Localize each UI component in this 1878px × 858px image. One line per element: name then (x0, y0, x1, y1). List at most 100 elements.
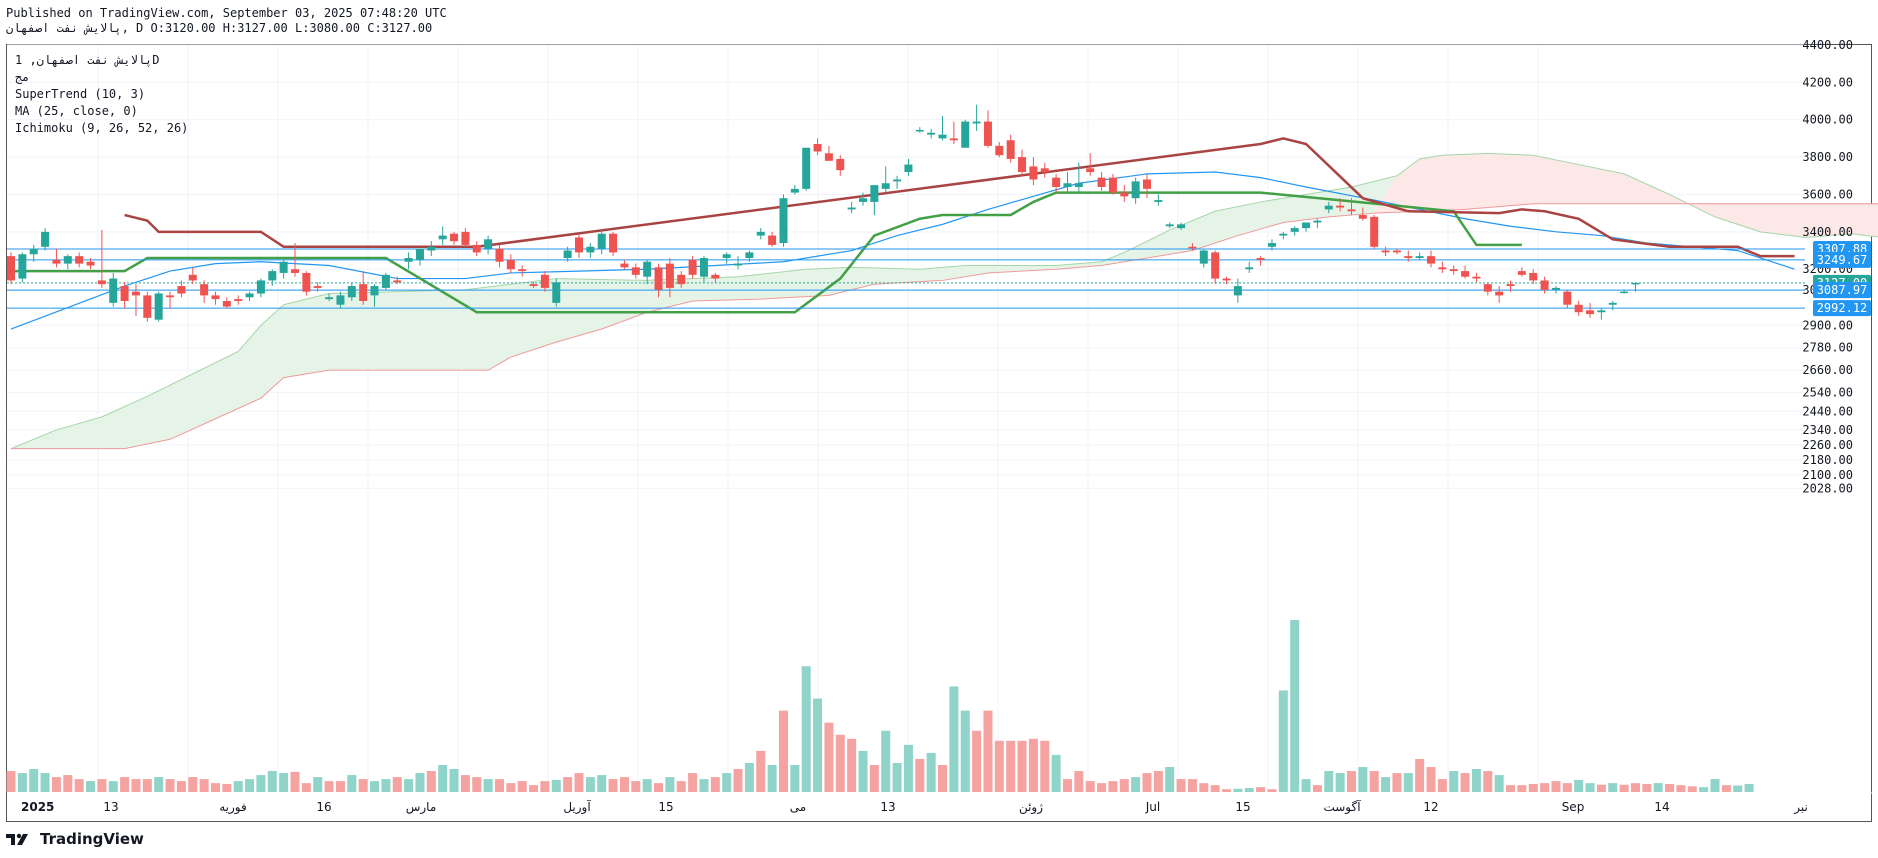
candle-body (1188, 246, 1197, 249)
volume-bar (449, 769, 459, 792)
candle-body (1120, 192, 1129, 197)
volume-bar (290, 771, 300, 792)
candle-body (631, 267, 640, 275)
price-chart[interactable]: 4400.00 4200.00 4000.00 3800.00 3600.00 3400.… (0, 0, 1878, 858)
volume-bar (1369, 771, 1379, 792)
volume-bar (1460, 773, 1470, 792)
candle-body (609, 233, 618, 253)
volume-bar (1392, 773, 1402, 792)
volume-bar (676, 781, 686, 792)
volume-bar (86, 781, 96, 792)
volume-bar (483, 779, 493, 792)
candle-body (1211, 252, 1220, 279)
candle-body (1529, 272, 1538, 281)
volume-bar (926, 752, 936, 792)
candle-body (802, 147, 811, 189)
volume-bar (279, 773, 289, 792)
candle-body (597, 233, 606, 249)
legend-ichimoku[interactable]: Ichimoku (9, 26, 52, 26) (15, 120, 188, 137)
legend-supertrend[interactable]: SuperTrend (10, 3) (15, 86, 188, 103)
volume-bar (1517, 785, 1527, 792)
volume-bar (1665, 783, 1675, 792)
candle-body (86, 261, 95, 266)
volume-bar (1244, 787, 1254, 792)
candle-body (1495, 291, 1504, 296)
candle-body (166, 295, 175, 298)
volume-bar (1710, 779, 1720, 792)
volume-bar (1028, 738, 1038, 792)
candle-body (745, 252, 754, 259)
volume-bar (574, 773, 584, 792)
volume-bar (1278, 690, 1288, 792)
volume-bar (1131, 777, 1141, 792)
volume-bar (1381, 777, 1391, 792)
y-tick-label: 4400.00 (1802, 38, 1853, 52)
y-tick-label: 2180.00 (1802, 453, 1853, 467)
candle-body (972, 121, 981, 124)
candle-body (1358, 215, 1367, 219)
y-tick-label: 3800.00 (1802, 150, 1853, 164)
candle-body (1233, 286, 1242, 296)
volume-bar (120, 777, 130, 792)
candle-body (1427, 256, 1435, 264)
candle-body (472, 244, 481, 253)
volume-bar (233, 781, 243, 792)
candle-body (915, 129, 924, 132)
y-tick-label: 2540.00 (1802, 386, 1853, 400)
volume-bar (301, 783, 311, 792)
volume-bar (313, 777, 323, 792)
volume-bar (892, 762, 902, 792)
candle-body (1472, 276, 1481, 279)
candle-body (586, 246, 595, 253)
legend-ma[interactable]: MA (25, close, 0) (15, 103, 188, 120)
volume-bar (1119, 779, 1129, 792)
legend-symbol[interactable]: پالایش نفت اصفهان, 1D (15, 52, 188, 69)
candle-body (688, 259, 697, 275)
volume-bar (1653, 783, 1663, 792)
volume-bar (619, 777, 629, 792)
tradingview-footer[interactable]: TradingView (6, 830, 144, 848)
volume-bar (1256, 787, 1266, 792)
candle-body (1086, 168, 1095, 173)
candle-body (29, 248, 38, 255)
candle-body (1563, 291, 1572, 305)
candle-body (7, 256, 15, 281)
candle-body (131, 291, 140, 296)
volume-bar (165, 779, 175, 792)
candle-body (313, 286, 322, 288)
x-tick-label: 12 (1423, 800, 1438, 814)
volume-bar (801, 666, 811, 792)
volume-bar (858, 750, 868, 792)
y-tick-label: 2900.00 (1802, 318, 1853, 332)
volume-bar (29, 769, 39, 792)
candle-body (359, 284, 368, 301)
candle-body (1154, 200, 1163, 202)
volume-bar (1574, 779, 1584, 792)
volume-bar (824, 722, 834, 792)
indicator-legend: پالایش نفت اصفهان, 1D مج SuperTrend (10,… (15, 52, 188, 137)
volume-bar (1437, 779, 1447, 792)
candle-body (961, 121, 970, 148)
volume-bar (142, 779, 152, 792)
volume-bar (1085, 781, 1095, 792)
volume-bar (1540, 783, 1550, 792)
volume-bar (529, 785, 539, 792)
volume-bar (597, 775, 607, 792)
candle-body (1108, 177, 1117, 193)
volume-bar (1619, 784, 1629, 792)
candle-body (1177, 224, 1186, 229)
candle-body (109, 278, 118, 303)
volume-bar (426, 771, 436, 792)
volume-bar (813, 698, 823, 792)
tradingview-logo-icon (6, 833, 28, 845)
candle-body (97, 280, 106, 285)
volume-bar (869, 764, 879, 792)
candle-body (506, 259, 515, 270)
volume-bar (710, 777, 720, 792)
volume-bar (1358, 767, 1368, 792)
volume-bar (733, 769, 743, 792)
candle-body (1461, 271, 1470, 277)
candle-body (1347, 209, 1356, 212)
volume-bar (551, 779, 561, 792)
volume-bar (1222, 789, 1232, 792)
